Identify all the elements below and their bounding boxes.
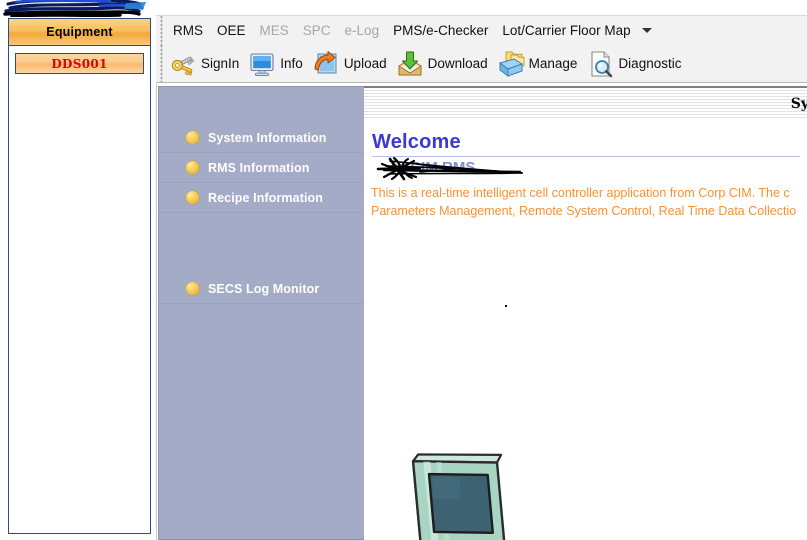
monitor-icon	[250, 52, 274, 76]
toolbar-button-upload[interactable]: Upload	[309, 48, 393, 80]
welcome-body-line: Parameters Management, Remote System Con…	[371, 204, 797, 218]
sidebar-item-label: RMS Information	[208, 160, 310, 175]
menu-item-rms[interactable]: RMS	[166, 21, 210, 40]
gold-bullet-icon	[186, 131, 199, 144]
toolbar-button-signin[interactable]: SignIn	[166, 48, 245, 80]
upload-arrow-icon	[314, 50, 337, 73]
gold-bullet-icon	[186, 161, 199, 174]
menu-item-oee[interactable]: OEE	[210, 21, 253, 40]
menubar-gripper[interactable]	[156, 16, 166, 45]
main-menubar: RMS OEE MES SPC e-Log PMS/e-Checker Lot/…	[156, 15, 807, 45]
sidebar-item-system-information[interactable]: System Information	[159, 123, 365, 153]
welcome-body-text: This is a real-time intelligent cell con…	[371, 184, 807, 220]
toolbar-button-info[interactable]: Info	[245, 48, 309, 80]
welcome-body-line: This is a real-time intelligent cell con…	[371, 186, 790, 200]
toolbar-button-manage[interactable]: Manage	[494, 48, 584, 80]
redacted-subtitle-scribble-icon: to CIM RMS	[370, 152, 570, 182]
menu-item-spc: SPC	[302, 23, 331, 38]
toolbar-button-label: Manage	[528, 56, 578, 71]
menu-item-pms-e-checker[interactable]: PMS/e-Checker	[386, 21, 495, 40]
sidebar-item-label: System Information	[208, 130, 327, 145]
gold-bullet-icon	[186, 282, 199, 295]
document-magnifier-icon	[591, 50, 613, 77]
sidebar-item-rms-information[interactable]: RMS Information	[159, 153, 365, 183]
toolbar-button-label: Info	[280, 56, 303, 71]
sidebar-item-label: Recipe Information	[208, 190, 324, 205]
content-frame: System Information RMS Information Recip…	[156, 84, 807, 540]
navigation-sidebar: System Information RMS Information Recip…	[158, 86, 365, 540]
toolbar-button-diagnostic[interactable]: Diagnostic	[583, 48, 687, 80]
page-title: Sy	[790, 96, 807, 112]
main-content-pane: Sy Welcome to CIM RMS	[364, 86, 807, 540]
equipment-panel-title: Equipment	[46, 25, 113, 39]
stray-dot-artifact	[505, 305, 507, 307]
menu-item-mes: MES	[259, 23, 289, 38]
folders-icon	[498, 51, 525, 77]
download-arrow-icon	[398, 51, 422, 75]
equipment-panel: Equipment DDS001	[8, 18, 151, 534]
icon-toolbar: SignIn Info Upload Download Manage Diagn…	[156, 45, 807, 83]
toolbar-button-label: Diagnostic	[618, 56, 682, 71]
toolbar-button-label: SignIn	[201, 56, 240, 71]
left-column: Equipment DDS001	[0, 0, 156, 540]
toolbar-button-label: Upload	[343, 56, 387, 71]
toolbar-gripper[interactable]	[156, 45, 166, 82]
company-logo-band	[0, 0, 156, 17]
sidebar-item-secs-log-monitor[interactable]: SECS Log Monitor	[159, 274, 365, 304]
sidebar-item-label: SECS Log Monitor	[208, 281, 320, 296]
menu-item-e-log: e-Log	[344, 23, 380, 38]
toolbar-button-download[interactable]: Download	[393, 48, 494, 80]
page-header-band: Sy	[364, 86, 807, 120]
gold-bullet-icon	[186, 191, 199, 204]
toolbar-button-label: Download	[427, 56, 488, 71]
redacted-logo-scribble-icon	[3, 0, 146, 17]
application-window: Equipment DDS001 RMS OEE MES SPC e-Log P…	[0, 0, 807, 540]
equipment-item-label: DDS001	[51, 56, 108, 71]
right-column: RMS OEE MES SPC e-Log PMS/e-Checker Lot/…	[156, 0, 807, 540]
keys-icon	[171, 56, 195, 76]
lcd-monitor-illustration	[402, 438, 532, 540]
welcome-heading: Welcome	[372, 131, 461, 153]
chevron-down-icon[interactable]	[641, 28, 652, 33]
equipment-panel-header: Equipment	[9, 19, 150, 46]
equipment-item-dds001[interactable]: DDS001	[15, 53, 144, 74]
menu-item-lot-carrier-floor-map[interactable]: Lot/Carrier Floor Map	[495, 21, 637, 40]
sidebar-item-recipe-information[interactable]: Recipe Information	[159, 183, 365, 213]
